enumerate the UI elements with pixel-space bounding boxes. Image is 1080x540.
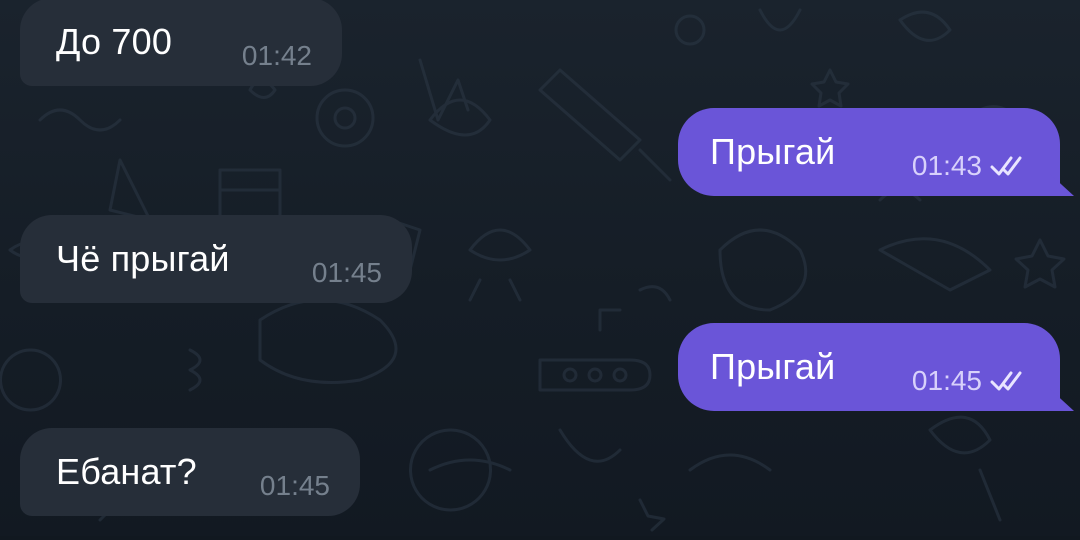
chat-view[interactable]: До 700 01:42 Прыгай 01:43 Чё прыгай 01:4…: [0, 0, 1080, 540]
message-text: До 700: [56, 21, 173, 62]
message-time: 01:43: [911, 150, 982, 181]
message-time: 01:42: [241, 40, 312, 71]
double-check-icon: [990, 156, 1022, 176]
message-meta: 01:45: [312, 257, 382, 289]
incoming-message[interactable]: Ебанат? 01:45: [20, 428, 360, 516]
outgoing-message[interactable]: Прыгай 01:45: [678, 323, 1060, 411]
incoming-message[interactable]: Чё прыгай 01:45: [20, 215, 412, 303]
message-time: 01:45: [259, 470, 330, 501]
message-time: 01:45: [311, 257, 382, 288]
message-meta: 01:45: [912, 365, 1030, 397]
incoming-message[interactable]: До 700 01:42: [20, 0, 342, 86]
message-time: 01:45: [911, 365, 982, 396]
message-text: Ебанат?: [56, 451, 197, 492]
message-meta: 01:42: [242, 40, 312, 72]
message-text: Прыгай: [710, 131, 836, 172]
message-meta: 01:43: [912, 150, 1030, 182]
message-text: Чё прыгай: [56, 238, 230, 279]
bottom-divider: [0, 536, 1080, 540]
outgoing-message[interactable]: Прыгай 01:43: [678, 108, 1060, 196]
message-text: Прыгай: [710, 346, 836, 387]
double-check-icon: [990, 371, 1022, 391]
message-meta: 01:45: [260, 470, 330, 502]
